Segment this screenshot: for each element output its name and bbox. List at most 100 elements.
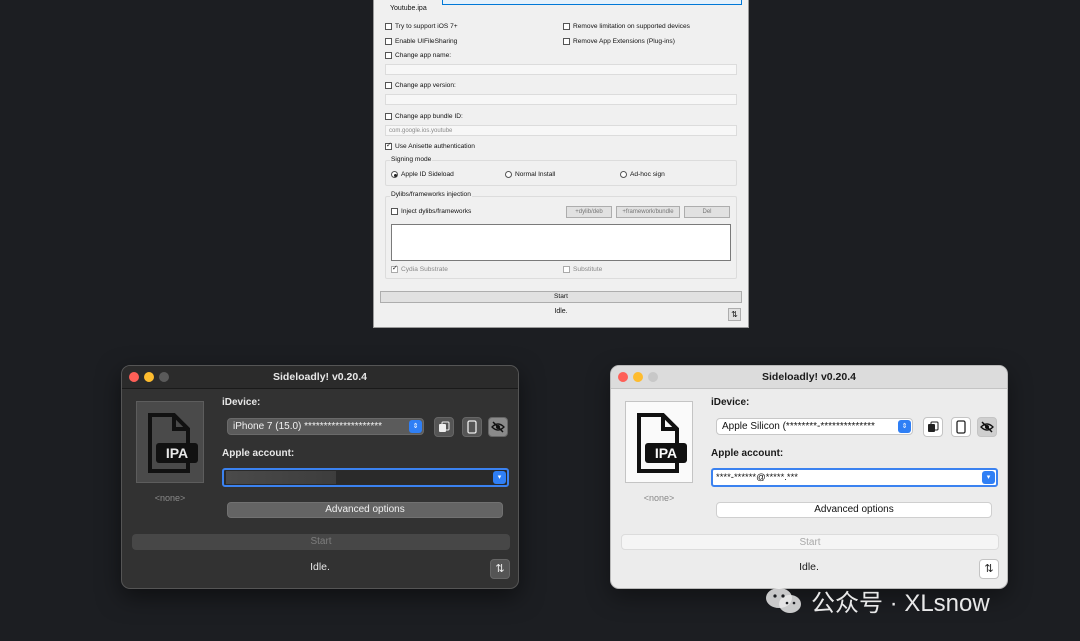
ipa-drop-zone[interactable]: IPA [625, 401, 693, 483]
radio-label: Apple ID Sideload [401, 171, 454, 178]
idevice-label: iDevice: [222, 397, 261, 408]
checkbox-box-checked[interactable] [391, 264, 398, 273]
app-name-field[interactable] [385, 64, 737, 75]
radio-dot[interactable] [620, 171, 627, 178]
checkbox-label: Cydia Substrate [401, 266, 448, 273]
advanced-options-button[interactable]: Advanced options [227, 502, 503, 518]
add-dylib-button[interactable]: +dylib/deb [566, 206, 612, 218]
substitute-checkbox[interactable]: Substitute [563, 266, 602, 273]
apple-account-field[interactable]: ▾ [222, 468, 509, 487]
status-text: Idle. [554, 308, 568, 315]
phone-icon [467, 420, 477, 434]
checkbox-label: Enable UIFileSharing [395, 38, 458, 45]
inject-dylibs-checkbox[interactable]: Inject dylibs/frameworks [391, 208, 471, 215]
phone-icon [956, 420, 966, 434]
checkbox-box[interactable] [563, 23, 570, 30]
advanced-options-window: Youtube.ipa Try to support iOS 7+ Remove… [373, 0, 749, 328]
status-text: Idle. [310, 561, 330, 573]
apple-account-label: Apple account: [711, 448, 784, 459]
ipa-icon-text: IPA [655, 445, 677, 461]
change-bundle-id-checkbox[interactable]: Change app bundle ID: [385, 113, 463, 120]
copy-button[interactable] [923, 417, 943, 437]
sort-icon[interactable]: ⇅ [728, 308, 741, 321]
radio-dot-selected[interactable] [391, 171, 398, 178]
radio-label: Ad-hoc sign [630, 171, 665, 178]
redacted-account [226, 471, 336, 484]
support-ios7-checkbox[interactable]: Try to support iOS 7+ [385, 23, 458, 30]
device-button[interactable] [951, 417, 971, 437]
checkbox-label: Remove App Extensions (Plug-ins) [573, 38, 675, 45]
radio-label: Normal Install [515, 171, 556, 178]
checkbox-box[interactable] [385, 23, 392, 30]
eye-slash-icon [491, 421, 505, 433]
apple-account-field[interactable]: ****-******@*****.*** ▾ [711, 468, 998, 487]
checkbox-box[interactable] [563, 266, 570, 273]
status-text: Idle. [799, 561, 819, 573]
start-button[interactable]: Start [621, 534, 999, 550]
radio-adhoc-sign[interactable]: Ad-hoc sign [620, 171, 665, 178]
app-version-field[interactable] [385, 94, 737, 105]
checkbox-label: Try to support iOS 7+ [395, 23, 458, 30]
window-title: Sideloadly! v0.20.4 [273, 371, 367, 383]
title-bar: Sideloadly! v0.20.4 [122, 366, 518, 389]
hide-button[interactable] [488, 417, 508, 437]
checkbox-box[interactable] [385, 82, 392, 89]
checkbox-label: Change app bundle ID: [395, 113, 463, 120]
updown-chevron-icon[interactable]: ⇕ [898, 420, 911, 433]
advanced-options-header-button[interactable] [442, 0, 742, 5]
ipa-file-icon: IPA [637, 413, 687, 473]
start-button[interactable]: Start [132, 534, 510, 550]
radio-dot[interactable] [505, 171, 512, 178]
window-title: Sideloadly! v0.20.4 [762, 371, 856, 383]
checkbox-box[interactable] [385, 38, 392, 45]
idevice-select[interactable]: Apple Silicon (********-************** ⇕ [716, 418, 913, 435]
apple-account-value: ****-******@*****.*** [716, 472, 798, 483]
checkbox-box[interactable] [563, 38, 570, 45]
ipa-none-label: <none> [643, 493, 675, 503]
radio-apple-id-sideload[interactable]: Apple ID Sideload [391, 171, 454, 178]
signing-mode-title: Signing mode [390, 156, 433, 163]
copy-icon [928, 421, 939, 432]
cydia-substrate-checkbox[interactable]: Cydia Substrate [391, 264, 448, 273]
chevron-down-icon[interactable]: ▾ [982, 471, 995, 484]
updown-chevron-icon[interactable]: ⇕ [409, 420, 422, 433]
idevice-select[interactable]: iPhone 7 (15.0) ******************** ⇕ [227, 418, 424, 435]
sideloadly-dark-window: Sideloadly! v0.20.4 IPA <none> iDevice: … [121, 365, 519, 589]
bundle-id-field[interactable]: com.google.ios.youtube [385, 125, 737, 136]
chevron-down-icon[interactable]: ▾ [493, 471, 506, 484]
device-button[interactable] [462, 417, 482, 437]
sort-icon[interactable]: ⇅ [490, 559, 510, 579]
injection-list[interactable] [391, 224, 731, 261]
injection-title: Dylibs/frameworks injection [390, 191, 472, 198]
copy-icon [439, 421, 450, 432]
use-anisette-checkbox[interactable]: Use Anisette authentication [385, 141, 475, 150]
idevice-value: Apple Silicon (********-************** [722, 421, 875, 432]
checkbox-label: Change app name: [395, 52, 452, 59]
advanced-options-button[interactable]: Advanced options [716, 502, 992, 518]
enable-uifilesharing-checkbox[interactable]: Enable UIFileSharing [385, 38, 457, 45]
remove-limitation-checkbox[interactable]: Remove limitation on supported devices [563, 23, 690, 30]
ipa-icon-text: IPA [166, 445, 188, 461]
checkbox-label: Substitute [573, 266, 603, 273]
start-button[interactable]: Start [380, 291, 742, 303]
sort-icon[interactable]: ⇅ [979, 559, 999, 579]
checkbox-box[interactable] [385, 52, 392, 59]
title-bar: Sideloadly! v0.20.4 [611, 366, 1007, 389]
change-app-version-checkbox[interactable]: Change app version: [385, 82, 456, 89]
hide-button[interactable] [977, 417, 997, 437]
checkbox-box-checked[interactable] [385, 141, 392, 150]
remove-app-extensions-checkbox[interactable]: Remove App Extensions (Plug-ins) [563, 38, 675, 45]
add-framework-button[interactable]: +framework/bundle [616, 206, 680, 218]
sideloadly-light-window: Sideloadly! v0.20.4 IPA <none> iDevice: … [610, 365, 1008, 589]
change-app-name-checkbox[interactable]: Change app name: [385, 52, 451, 59]
delete-button[interactable]: Del [684, 206, 730, 218]
eye-slash-icon [980, 421, 994, 433]
checkbox-box[interactable] [385, 113, 392, 120]
apple-account-label: Apple account: [222, 448, 295, 459]
ipa-drop-zone[interactable]: IPA [136, 401, 204, 483]
ipa-file-icon: IPA [148, 413, 198, 473]
copy-button[interactable] [434, 417, 454, 437]
radio-normal-install[interactable]: Normal Install [505, 171, 555, 178]
checkbox-box[interactable] [391, 208, 398, 215]
watermark: 公众号 · XLsnow [765, 583, 990, 618]
